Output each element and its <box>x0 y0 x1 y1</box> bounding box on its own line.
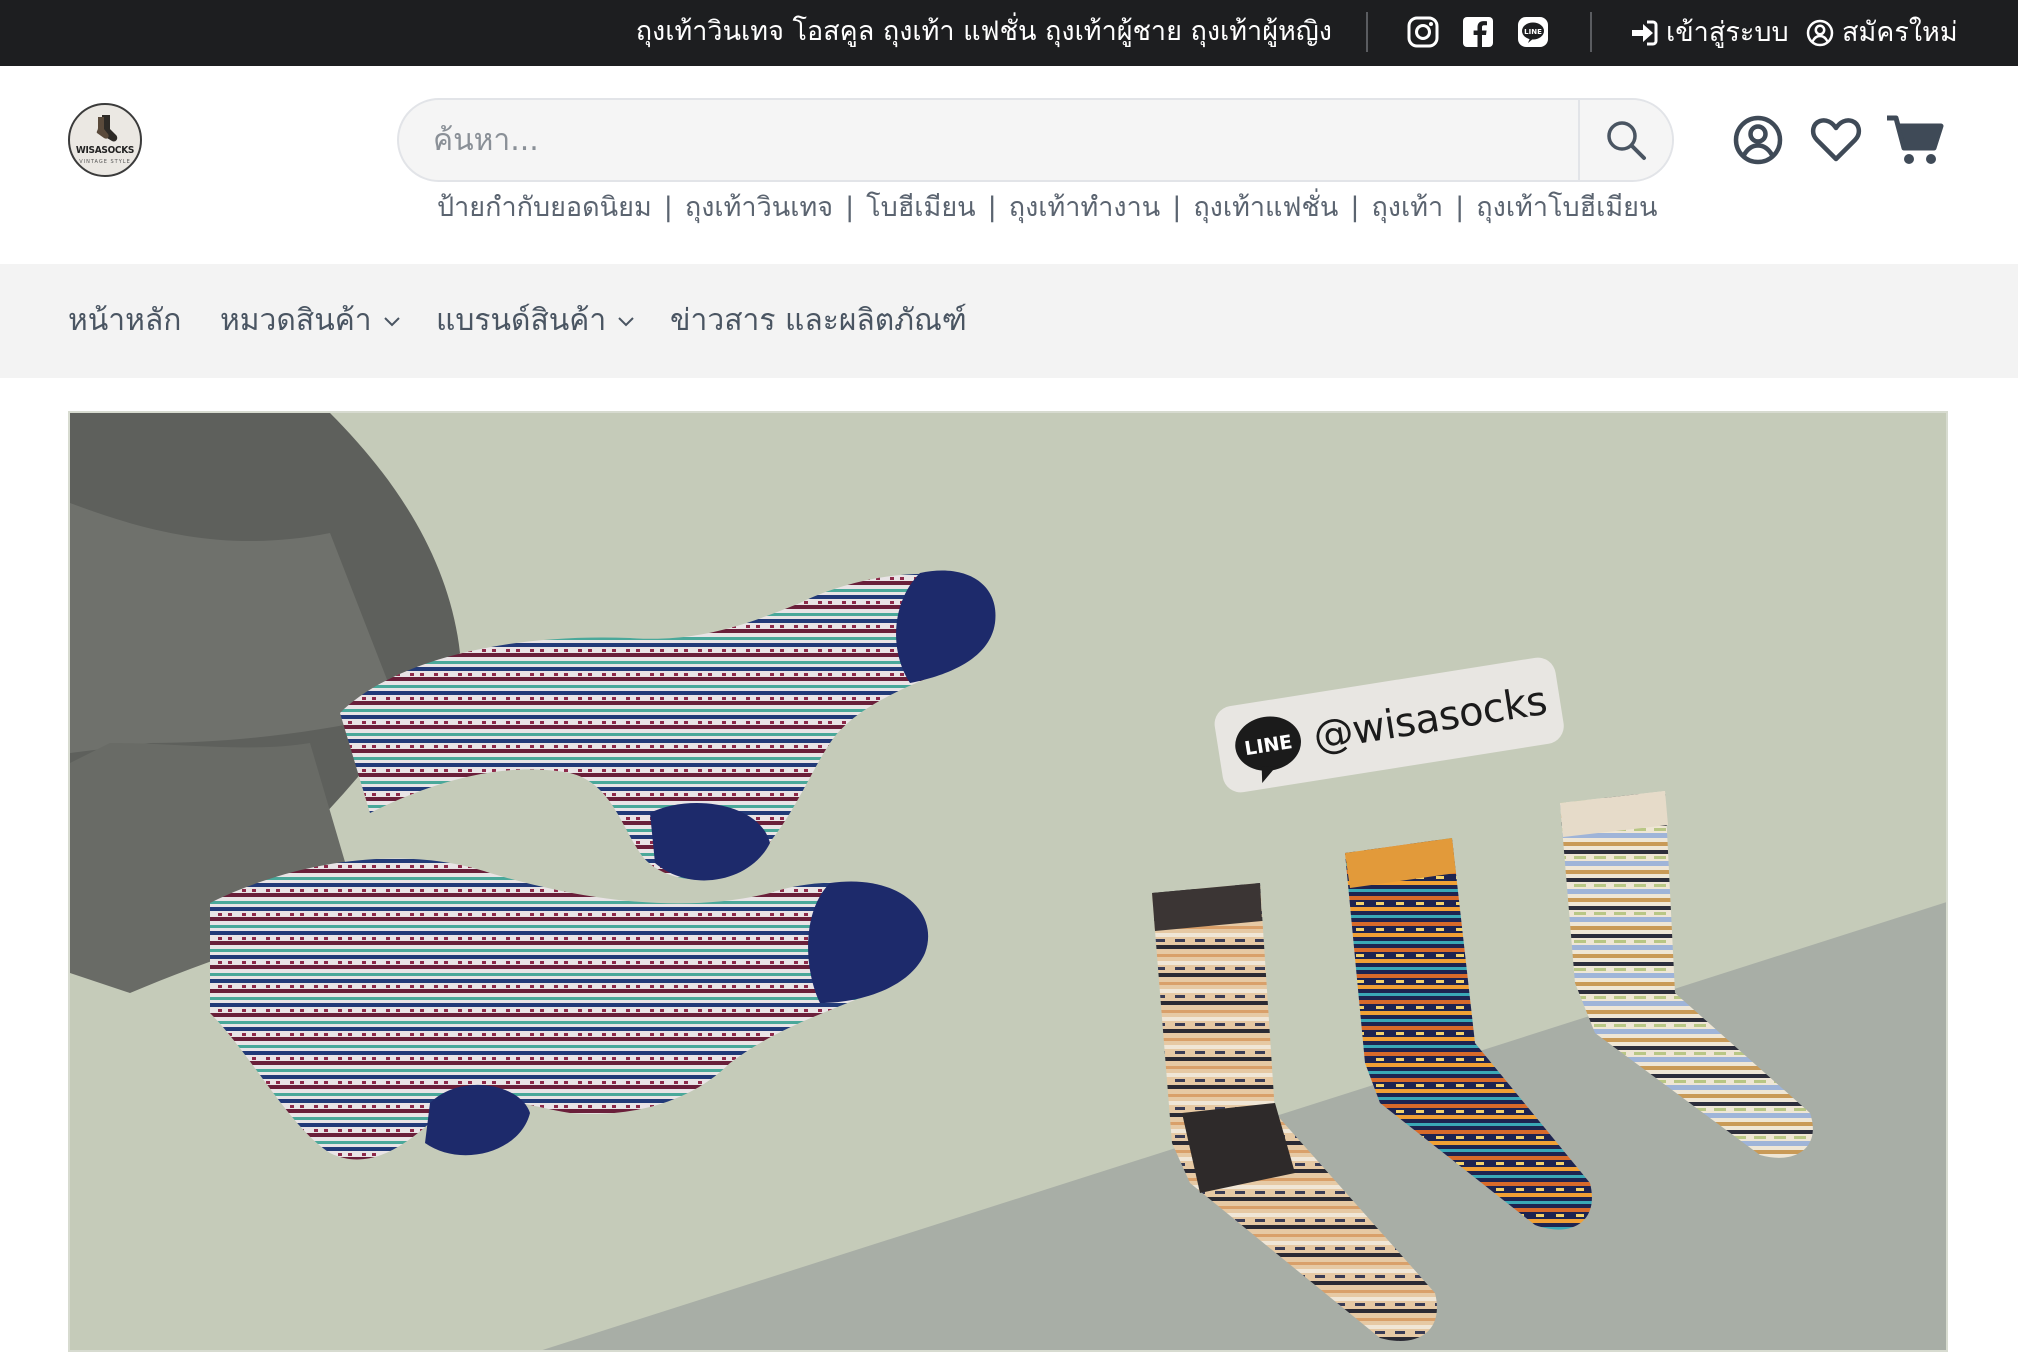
search-input[interactable] <box>399 100 1579 180</box>
banner-illustration <box>70 413 1946 1350</box>
sock-logo-icon <box>96 115 118 142</box>
top-bar: ถุงเท้าวินเทจ โอสคูล ถุงเท้า แฟชั่น ถุงเ… <box>0 0 2018 66</box>
account-icon[interactable] <box>1732 114 1784 166</box>
chevron-down-icon <box>618 317 634 327</box>
register-label: สมัครใหม่ <box>1842 17 1958 48</box>
top-bar-divider <box>1366 12 1368 52</box>
tag-divider: | <box>1172 192 1182 223</box>
nav-news-label: ข่าวสาร และผลิตภัณฑ์ <box>670 303 967 338</box>
popular-tags-label: ป้ายกำกับยอดนิยม <box>437 192 652 223</box>
nav-news[interactable]: ข่าวสาร และผลิตภัณฑ์ <box>670 264 967 378</box>
tag-link[interactable]: ถุงเท้าวินเทจ <box>685 192 833 223</box>
tag-divider: | <box>845 192 855 223</box>
logo-text: WISASOCKS <box>75 145 135 156</box>
instagram-icon[interactable] <box>1406 15 1440 49</box>
nav-home-label: หน้าหลัก <box>68 303 182 338</box>
register-link[interactable]: สมัครใหม่ <box>1806 0 1958 66</box>
top-bar-divider <box>1590 12 1592 52</box>
nav-brands[interactable]: แบรนด์สินค้า <box>436 264 636 378</box>
search-icon <box>1607 121 1646 160</box>
login-link[interactable]: เข้าสู่ระบบ <box>1630 0 1789 66</box>
sign-in-icon <box>1632 20 1658 46</box>
logo-subtext: VINTAGE STYLE <box>79 159 131 165</box>
nav-brands-label: แบรนด์สินค้า <box>436 303 607 338</box>
tag-divider: | <box>1455 192 1465 223</box>
line-bubble-icon: LINE <box>1228 708 1309 783</box>
site-logo[interactable]: WISASOCKS VINTAGE STYLE <box>68 103 142 177</box>
nav-categories[interactable]: หมวดสินค้า <box>220 264 402 378</box>
tag-divider: | <box>1350 192 1360 223</box>
tag-divider: | <box>663 192 673 223</box>
main-nav: หน้าหลัก หมวดสินค้า แบรนด์สินค้า ข่าวสาร… <box>0 264 2018 378</box>
search-button[interactable] <box>1578 100 1672 180</box>
line-icon[interactable]: LINE <box>1516 15 1550 49</box>
cart-icon[interactable] <box>1884 114 1946 166</box>
nav-home[interactable]: หน้าหลัก <box>68 264 181 378</box>
tag-link[interactable]: ถุงเท้าโบฮีเมียน <box>1476 192 1657 223</box>
chevron-down-icon <box>383 317 400 327</box>
tag-link[interactable]: โบฮีเมียน <box>866 192 975 223</box>
tag-divider: | <box>987 192 997 223</box>
svg-text:LINE: LINE <box>1524 28 1542 36</box>
search-bar <box>397 98 1674 182</box>
tag-link[interactable]: ถุงเท้าแฟชั่น <box>1193 192 1338 223</box>
line-handle: @wisasocks <box>1310 677 1550 760</box>
facebook-icon[interactable] <box>1461 15 1495 49</box>
user-circle-icon <box>1806 19 1834 47</box>
tag-link[interactable]: ถุงเท้า <box>1371 192 1443 223</box>
tag-link[interactable]: ถุงเท้าทำงาน <box>1009 192 1160 223</box>
wishlist-icon[interactable] <box>1810 114 1862 166</box>
popular-tags: ป้ายกำกับยอดนิยม | ถุงเท้าวินเทจ | โบฮีเมียน… <box>437 186 1657 230</box>
nav-categories-label: หมวดสินค้า <box>220 303 372 338</box>
hero-banner[interactable]: LINE @wisasocks <box>68 411 1948 1352</box>
login-label: เข้าสู่ระบบ <box>1666 17 1789 48</box>
top-bar-tagline: ถุงเท้าวินเทจ โอสคูล ถุงเท้า แฟชั่น ถุงเ… <box>635 16 1332 47</box>
